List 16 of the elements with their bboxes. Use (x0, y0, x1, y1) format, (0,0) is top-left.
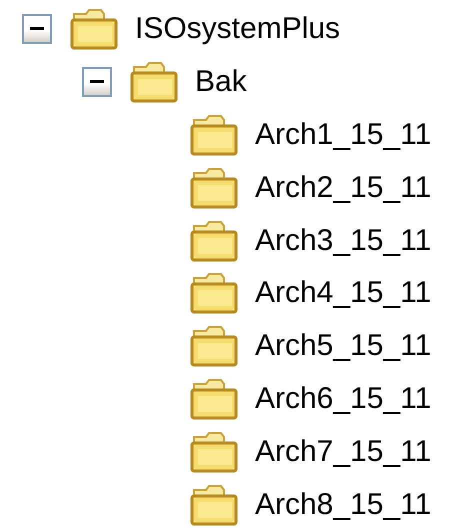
collapse-icon[interactable] (82, 67, 112, 98)
folder-label[interactable]: Arch3_15_11 (255, 226, 432, 256)
folder-icon (190, 270, 240, 316)
folder-icon (190, 323, 240, 370)
folder-icon (70, 6, 120, 52)
folder-label[interactable]: Arch8_15_11 (255, 490, 432, 520)
folder-label[interactable]: Arch1_15_11 (255, 120, 432, 150)
folder-label[interactable]: ISOsystemPlus (135, 14, 340, 44)
folder-label[interactable]: Bak (195, 67, 247, 98)
folder-icon (130, 59, 180, 106)
folder-label[interactable]: Arch2_15_11 (255, 172, 432, 203)
folder-label[interactable]: Arch4_15_11 (255, 278, 432, 308)
collapse-icon[interactable] (22, 14, 52, 44)
folder-label[interactable]: Arch7_15_11 (255, 436, 432, 467)
folder-label[interactable]: Arch6_15_11 (255, 384, 432, 414)
folder-label[interactable]: Arch5_15_11 (255, 331, 432, 362)
